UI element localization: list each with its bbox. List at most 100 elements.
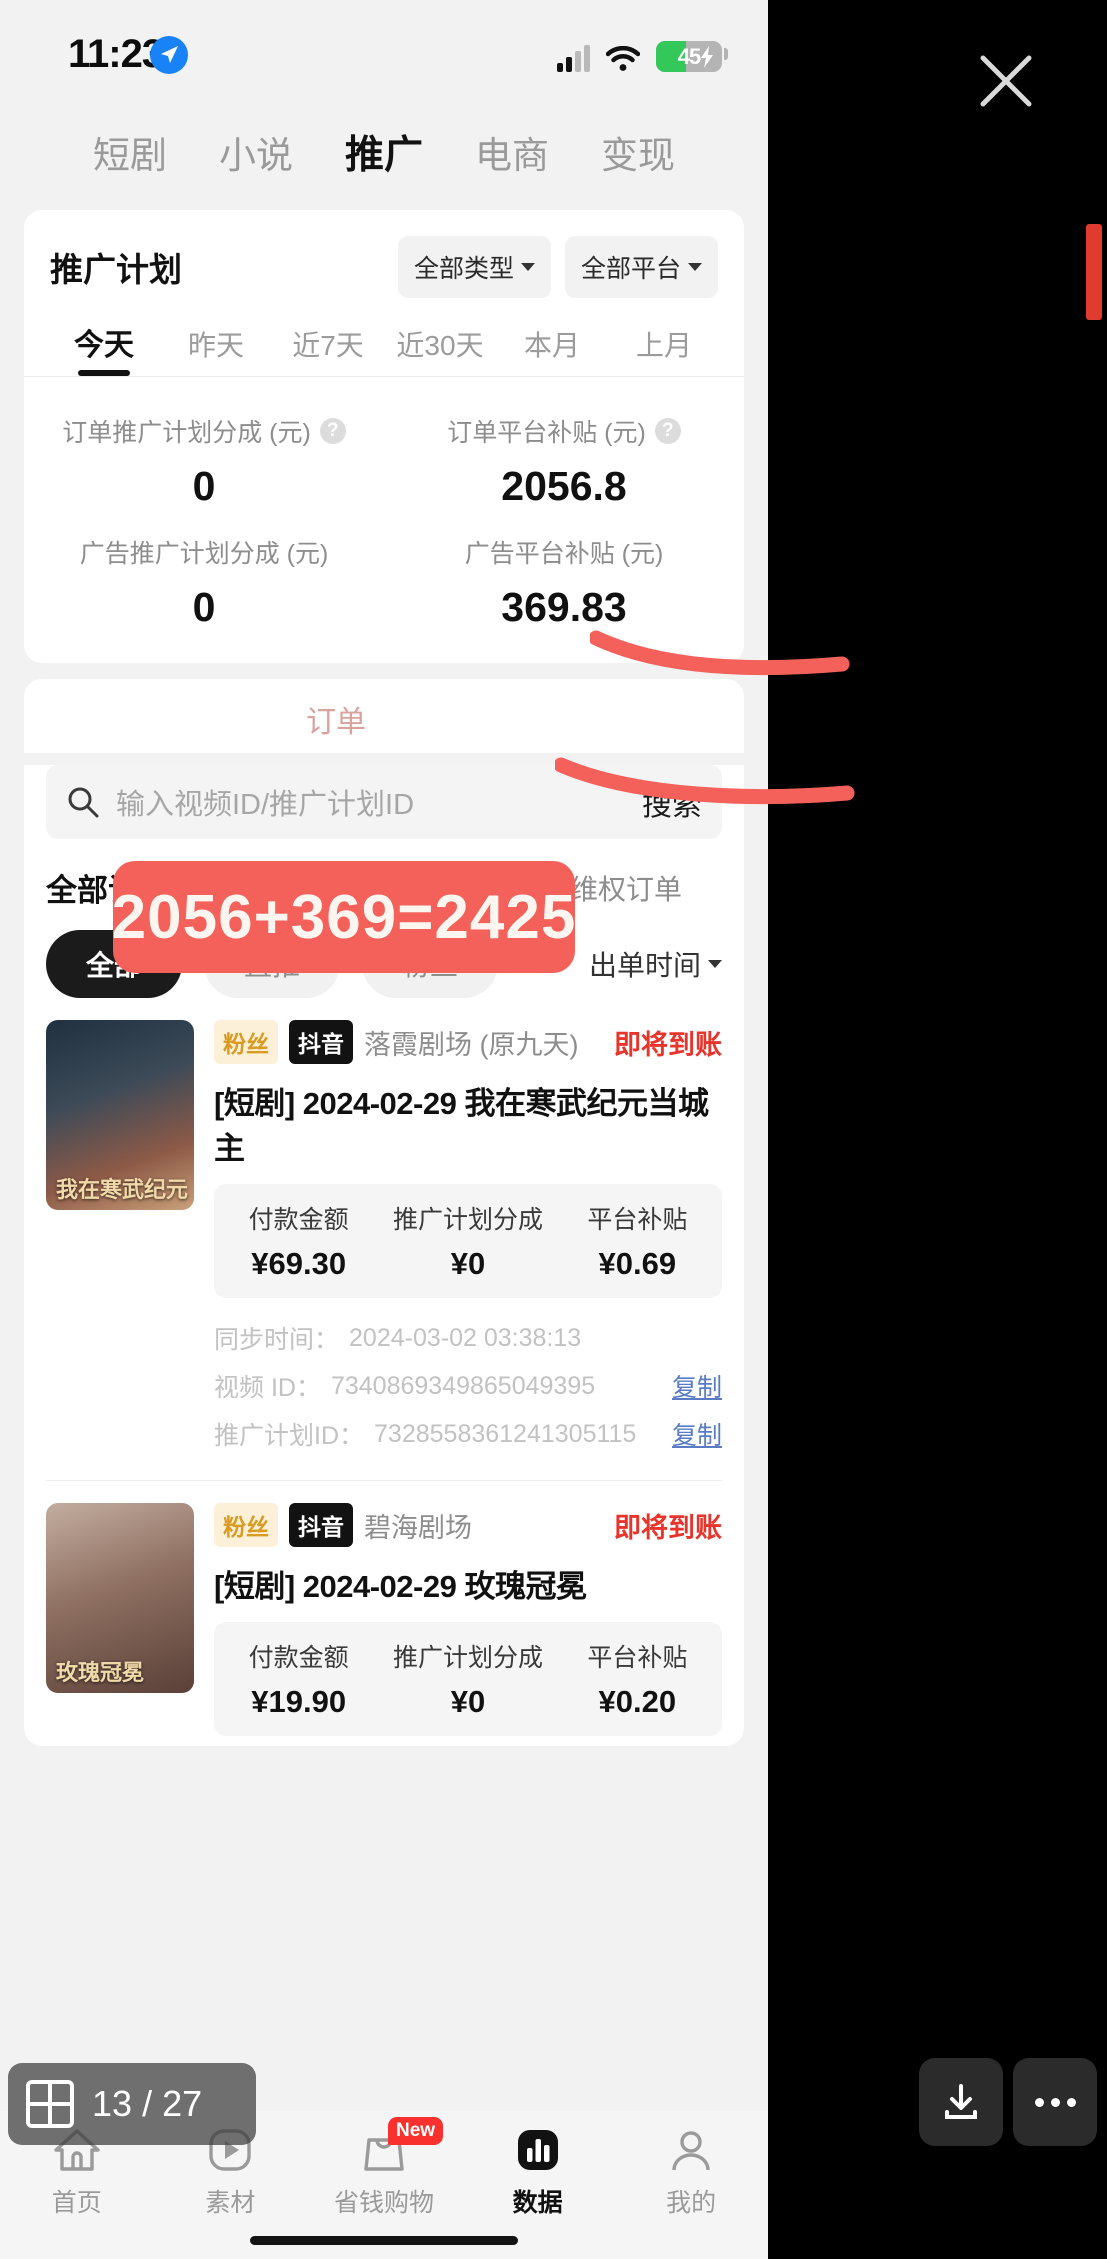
stat-value: 0	[192, 463, 216, 509]
shop-name: 碧海剧场	[364, 1512, 472, 1543]
stat-label: 广告平台补贴 (元)	[464, 540, 664, 568]
grid-icon[interactable]	[24, 2078, 76, 2130]
behind-label: 订单	[306, 706, 366, 739]
chevron-down-icon	[708, 960, 722, 968]
tab-bianxian[interactable]: 变现	[601, 125, 675, 179]
stat-ad-plan-share: 广告推广计划分成 (元) 0	[24, 520, 384, 641]
help-icon[interactable]: ?	[654, 418, 681, 444]
search-bar[interactable]: 输入视频ID/推广计划ID 搜索	[46, 765, 722, 839]
stat-ad-platform-subsidy: 广告平台补贴 (元) 369.83	[384, 520, 744, 641]
download-icon	[945, 2084, 977, 2119]
page-counter: 13 / 27	[8, 2063, 256, 2145]
stat-value: 369.83	[501, 584, 627, 630]
date-tab-yesterday[interactable]: 昨天	[160, 324, 272, 376]
amount-value: ¥69.30	[251, 1246, 347, 1281]
date-tab-7days[interactable]: 近7天	[272, 324, 384, 376]
stat-label: 广告推广计划分成 (元)	[79, 540, 329, 568]
location-arrow-icon	[150, 36, 188, 74]
chevron-down-icon	[688, 263, 702, 271]
more-button[interactable]	[1013, 2058, 1097, 2146]
order-thumbnail[interactable]: 玫瑰冠冕	[46, 1503, 194, 1693]
order-tab-rights[interactable]: 维权订单	[570, 868, 682, 908]
date-tab-this-month[interactable]: 本月	[496, 324, 608, 376]
new-badge: New	[387, 2117, 444, 2145]
sort-dropdown[interactable]: 出单时间	[589, 944, 722, 984]
tab-tuiguang[interactable]: 推广	[345, 124, 423, 180]
person-icon	[614, 2119, 768, 2181]
status-badge: 即将到账	[614, 1512, 722, 1543]
amount-plan-share: 推广计划分成 ¥0	[383, 1638, 552, 1720]
copy-button[interactable]: 复制	[672, 1416, 722, 1452]
category-tabs: 短剧 小说 推广 电商 变现	[0, 108, 768, 196]
home-indicator	[250, 2236, 518, 2245]
wifi-icon	[605, 45, 641, 72]
order-item[interactable]: 我在寒武纪元 粉丝 抖音 落霞剧场 (原九天) 即将到账 [短剧] 2024-0…	[24, 998, 744, 1458]
meta-label: 同步时间：	[214, 1326, 340, 1354]
meta-label: 推广计划ID：	[214, 1422, 365, 1450]
nav-label: 省钱购物	[333, 2189, 434, 2217]
amount-value: ¥0.20	[598, 1684, 677, 1719]
status-badge: 即将到账	[614, 1029, 722, 1060]
meta-label: 视频 ID：	[214, 1374, 321, 1402]
stat-value: 2056.8	[501, 463, 627, 509]
page-separator: /	[142, 2083, 153, 2124]
more-dots-icon	[1034, 2097, 1076, 2107]
amount-value: ¥0.69	[598, 1246, 677, 1281]
order-title: [短剧] 2024-02-29 玫瑰冠冕	[214, 1569, 587, 1604]
nav-label: 数据	[512, 2189, 563, 2217]
amount-label: 推广计划分成	[392, 1206, 543, 1234]
close-icon[interactable]	[975, 50, 1037, 112]
nav-item-profile[interactable]: 我的	[614, 2119, 768, 2219]
platform-filter-label: 全部平台	[580, 255, 681, 283]
stat-label: 订单推广计划分成 (元)	[62, 419, 311, 447]
battery-nub	[724, 48, 728, 60]
thumbnail-caption: 玫瑰冠冕	[56, 1659, 145, 1685]
type-filter-label: 全部类型	[413, 255, 514, 283]
meta-value: 2024-03-02 03:38:13	[349, 1323, 582, 1352]
order-item[interactable]: 玫瑰冠冕 粉丝 抖音 碧海剧场 即将到账 [短剧] 2024-02-29 玫瑰冠…	[24, 1481, 744, 1736]
date-range-tabs: 今天 昨天 近7天 近30天 本月 上月	[24, 304, 744, 376]
nav-label: 我的	[666, 2189, 717, 2217]
nav-item-data[interactable]: 数据	[461, 2119, 615, 2219]
chevron-down-icon	[520, 263, 535, 271]
amount-value: ¥0	[450, 1684, 486, 1719]
copy-button[interactable]: 复制	[672, 1368, 722, 1404]
date-tab-30days[interactable]: 近30天	[384, 324, 496, 376]
meta-sync-time: 同步时间： 2024-03-02 03:38:13	[214, 1314, 722, 1362]
type-filter-dropdown[interactable]: 全部类型	[397, 236, 551, 298]
amount-label: 平台补贴	[587, 1206, 688, 1234]
viewer-background	[768, 0, 1107, 2259]
download-button[interactable]	[919, 2058, 1003, 2146]
platform-badge: 抖音	[289, 1503, 353, 1547]
plan-card-header: 推广计划 全部类型 全部平台	[24, 210, 744, 304]
nav-item-shopping[interactable]: New 省钱购物	[307, 2117, 461, 2219]
promotion-plan-card: 推广计划 全部类型 全部平台 今天 昨天 近7天 近30天 本月 上月 订单推广…	[24, 210, 744, 663]
help-icon[interactable]: ?	[319, 418, 346, 444]
order-amounts: 付款金额 ¥19.90 推广计划分成 ¥0 平台补贴 ¥0.20	[214, 1622, 722, 1736]
date-tab-today[interactable]: 今天	[48, 320, 160, 376]
meta-value: 7328558361241305115	[374, 1419, 637, 1448]
page-counter-text: 13 / 27	[92, 2083, 202, 2125]
search-input[interactable]: 输入视频ID/推广计划ID	[116, 781, 642, 823]
tab-xiaoshuo[interactable]: 小说	[219, 125, 293, 179]
search-button[interactable]: 搜索	[642, 780, 702, 824]
search-icon	[68, 787, 99, 818]
sort-label: 出单时间	[588, 950, 701, 981]
amount-plan-share: 推广计划分成 ¥0	[383, 1200, 552, 1282]
platform-badge: 抖音	[289, 1020, 353, 1064]
date-tab-last-month[interactable]: 上月	[608, 324, 720, 376]
amount-paid: 付款金额 ¥69.30	[214, 1200, 383, 1282]
tab-dianshang[interactable]: 电商	[475, 125, 549, 179]
meta-value: 7340869349865049395	[330, 1371, 596, 1400]
bar-chart-icon	[461, 2119, 615, 2181]
amount-paid: 付款金额 ¥19.90	[214, 1638, 383, 1720]
amount-value: ¥19.90	[251, 1684, 347, 1719]
platform-filter-dropdown[interactable]: 全部平台	[564, 236, 718, 298]
stat-value: 0	[192, 584, 216, 630]
amount-subsidy: 平台补贴 ¥0.69	[553, 1200, 722, 1282]
amount-label: 平台补贴	[587, 1644, 688, 1672]
order-thumbnail[interactable]: 我在寒武纪元	[46, 1020, 194, 1210]
stat-order-plan-share: 订单推广计划分成 (元) ? 0	[24, 399, 384, 520]
page-title: 推广计划	[50, 251, 182, 288]
tab-duanju[interactable]: 短剧	[93, 125, 167, 179]
